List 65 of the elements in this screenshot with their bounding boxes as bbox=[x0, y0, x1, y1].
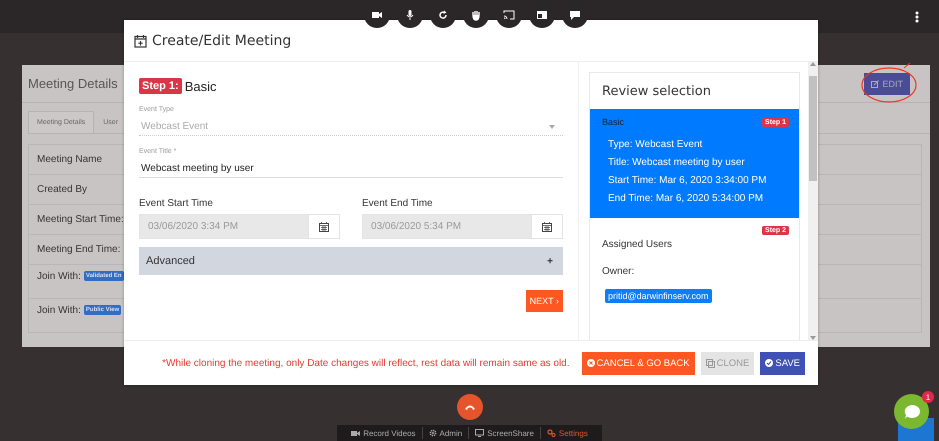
summary-line: Title: Webcast meeting by user bbox=[608, 157, 746, 168]
modal-title: Create/Edit Meeting bbox=[152, 32, 292, 48]
edit-icon bbox=[871, 80, 880, 88]
field-label: Event End Time bbox=[362, 198, 434, 209]
video-camera-icon bbox=[351, 430, 360, 436]
panel-title: Meeting Details bbox=[28, 76, 118, 91]
kebab-icon bbox=[915, 10, 919, 22]
field-value: Webcast meeting by user bbox=[141, 163, 254, 174]
scrollbar[interactable] bbox=[808, 62, 818, 340]
advanced-section-toggle[interactable]: Advanced + bbox=[139, 247, 564, 275]
field-value: Webcast Event bbox=[141, 121, 208, 132]
review-title: Review selection bbox=[601, 82, 712, 100]
hang-up-button[interactable] bbox=[456, 394, 482, 420]
clone-warning: *While cloning the meeting, only Date changes will reflect, rest data will remain same as old. bbox=[162, 358, 570, 368]
row-label: Meeting Start Time: bbox=[37, 214, 124, 225]
phone-icon bbox=[464, 403, 476, 411]
section-label: Advanced bbox=[146, 255, 195, 267]
speech-bubble-icon bbox=[902, 404, 920, 420]
cast-icon bbox=[503, 9, 515, 21]
refresh-icon bbox=[437, 9, 449, 21]
calendar-plus-icon bbox=[134, 34, 147, 48]
notification-badge: 1 bbox=[922, 391, 934, 403]
dropdown-caret-icon bbox=[549, 124, 556, 128]
window-icon bbox=[536, 9, 548, 21]
row-label: Created By bbox=[37, 184, 88, 195]
row-label: Join With: bbox=[37, 271, 81, 282]
gear-icon bbox=[428, 429, 437, 437]
section-title: Basic bbox=[602, 117, 624, 127]
row-label: Meeting End Time: bbox=[37, 244, 120, 255]
field-label: Event Start Time bbox=[139, 198, 214, 209]
gears-icon bbox=[546, 429, 556, 437]
owner-label: Owner: bbox=[602, 266, 636, 277]
record-button[interactable]: Record Videos bbox=[345, 427, 422, 439]
scroll-down-icon bbox=[810, 336, 816, 340]
summary-line: Type: Webcast Event bbox=[608, 139, 704, 150]
row-label: Meeting Name bbox=[37, 154, 102, 165]
hand-icon bbox=[470, 9, 482, 21]
save-button[interactable]: SAVE bbox=[760, 352, 805, 374]
annotation-circle bbox=[860, 62, 918, 104]
step-title: Basic bbox=[184, 78, 216, 94]
settings-button[interactable]: Settings bbox=[540, 427, 594, 439]
summary-line: Start Time: Mar 6, 2020 3:34:00 PM bbox=[608, 175, 768, 186]
user-tag: pritid@darwinfinserv.com bbox=[605, 289, 712, 303]
chat-button[interactable] bbox=[894, 394, 929, 429]
chat-icon bbox=[569, 9, 581, 21]
next-button[interactable]: NEXT › bbox=[526, 290, 564, 312]
copy-icon bbox=[706, 358, 715, 368]
calendar-icon bbox=[319, 222, 330, 232]
cancel-button[interactable]: CANCEL & GO BACK bbox=[582, 352, 695, 374]
section-title: Assigned Users bbox=[602, 239, 674, 250]
scrollbar-thumb[interactable] bbox=[809, 76, 818, 181]
step-badge: Step 1: bbox=[139, 78, 182, 94]
admin-button[interactable]: Admin bbox=[422, 427, 468, 439]
edit-button[interactable]: EDIT bbox=[864, 72, 910, 94]
check-circle-icon bbox=[765, 359, 774, 367]
summary-line: End Time: Mar 6, 2020 5:34:00 PM bbox=[608, 193, 764, 204]
camera-icon bbox=[371, 9, 383, 21]
close-circle-icon bbox=[586, 359, 595, 367]
microphone-icon bbox=[404, 9, 416, 21]
expand-icon: + bbox=[547, 256, 554, 266]
monitor-icon bbox=[475, 429, 484, 437]
calendar-icon bbox=[542, 222, 552, 232]
row-label: Join With: bbox=[37, 305, 81, 316]
more-menu-button[interactable] bbox=[913, 8, 921, 24]
screen-button[interactable]: ScreenShare bbox=[468, 427, 540, 439]
